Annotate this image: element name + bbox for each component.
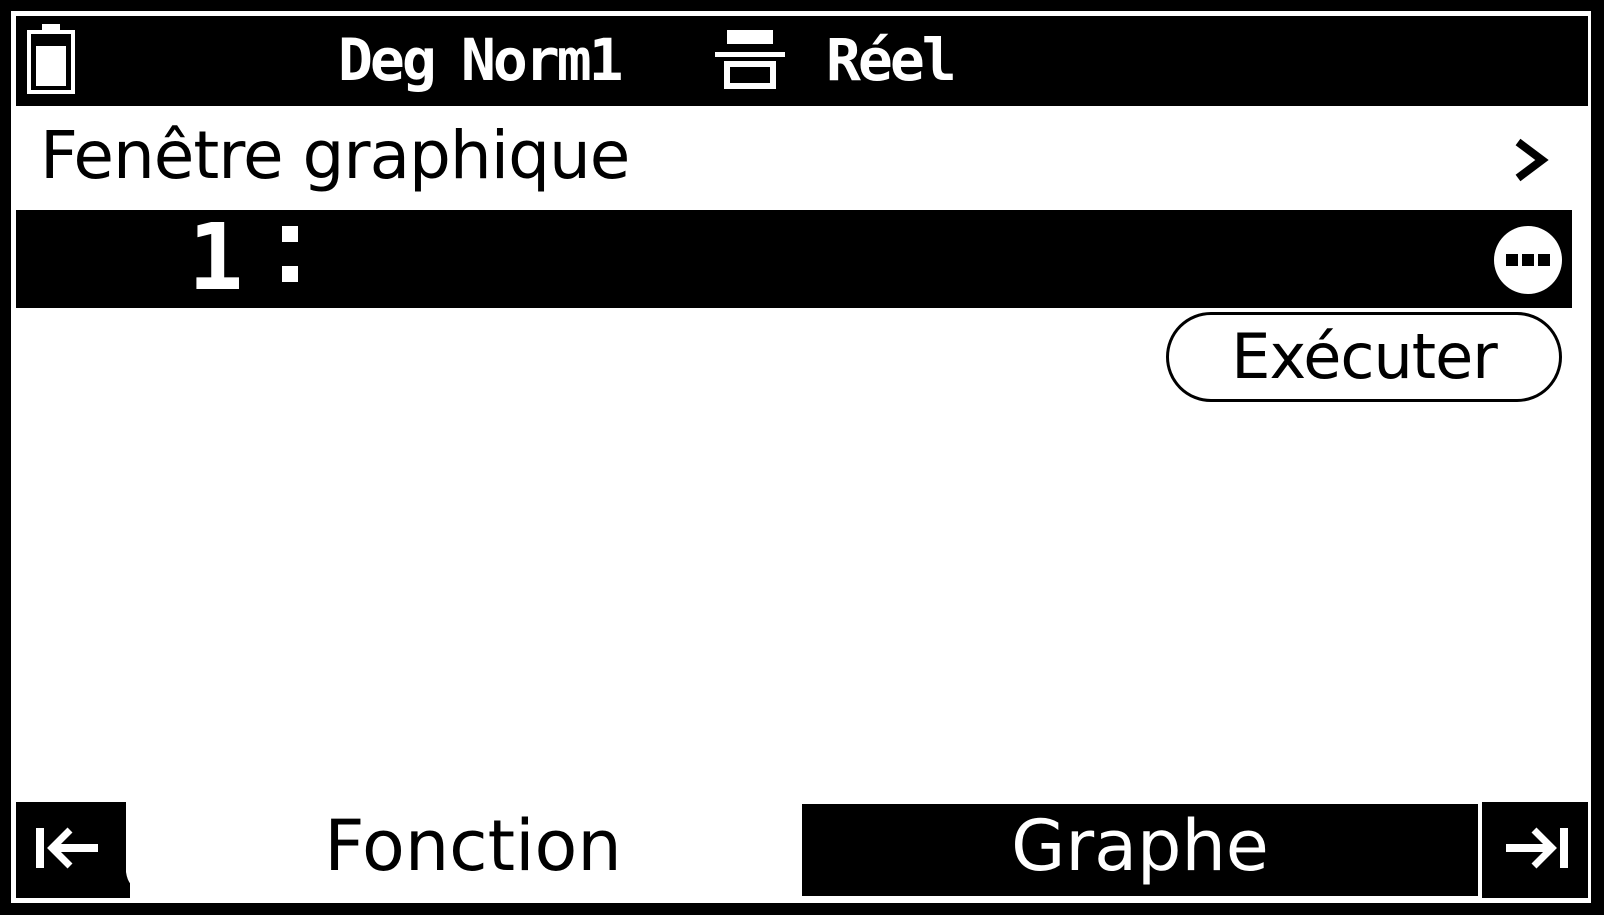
- chevron-right-icon[interactable]: [1510, 138, 1550, 182]
- status-bar: Deg Norm1 Réel: [16, 16, 1588, 106]
- display-format-icon: [715, 30, 785, 89]
- jump-right-button[interactable]: [1482, 802, 1588, 898]
- line-number: 1: [188, 204, 244, 311]
- jump-left-icon: [36, 827, 98, 869]
- page-title: Fenêtre graphique: [40, 117, 630, 194]
- header[interactable]: Fenêtre graphique: [16, 110, 1588, 202]
- angle-mode-indicator: Deg: [338, 26, 437, 94]
- tab-bar: Fonction Graphe: [16, 802, 1588, 898]
- execute-button[interactable]: Exécuter: [1166, 312, 1562, 402]
- number-mode-indicator: Réel: [826, 26, 957, 94]
- calculator-screen: Deg Norm1 Réel Fenêtre graphique 1 Exécu…: [0, 0, 1604, 915]
- jump-left-button[interactable]: [16, 802, 122, 898]
- expression-line-1[interactable]: 1: [16, 210, 1572, 308]
- tab-graphe[interactable]: Graphe: [802, 804, 1478, 896]
- tab-fonction[interactable]: Fonction: [130, 802, 816, 898]
- display-mode-indicator: Norm1: [461, 26, 624, 94]
- jump-right-icon: [1506, 827, 1568, 869]
- battery-icon: [27, 24, 75, 94]
- more-options-icon[interactable]: [1492, 224, 1564, 296]
- line-separator-colon: [282, 226, 298, 282]
